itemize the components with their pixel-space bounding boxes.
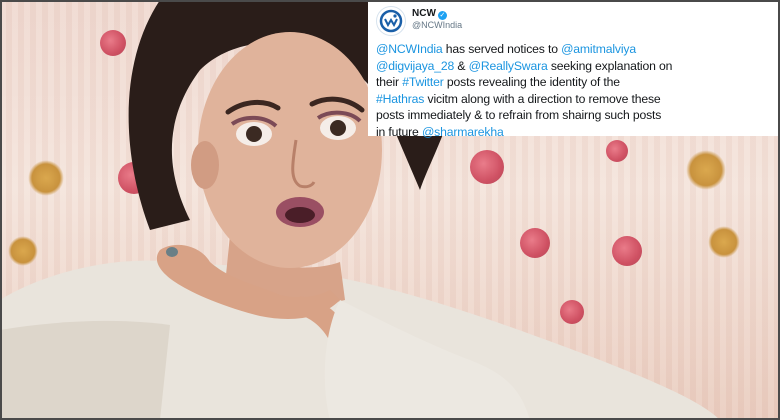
tweet-text-segment: vicitm along with a direction to remove … <box>424 91 661 106</box>
verified-badge-icon: ✓ <box>437 11 447 20</box>
tweet-line: their #Twitter posts revealing the ident… <box>376 74 770 91</box>
author-name[interactable]: NCW <box>412 8 436 19</box>
tweet-line: @digvijaya_28 & @ReallySwara seeking exp… <box>376 58 770 75</box>
tweet-text-segment: seeking explanation on <box>547 58 673 73</box>
mention-link[interactable]: @sharmarekha <box>422 125 504 139</box>
hashtag-link[interactable]: #Twitter <box>402 75 444 89</box>
tweet-text-segment: in future <box>376 124 422 139</box>
hashtag-link[interactable]: #Hathras <box>376 92 424 106</box>
mention-link[interactable]: @digvijaya_28 <box>376 59 454 73</box>
author-handle[interactable]: @NCWIndia <box>412 20 462 31</box>
mention-link[interactable]: @amitmalviya <box>561 42 636 56</box>
mention-link[interactable]: @NCWIndia <box>376 42 443 56</box>
tweet-text-segment: & <box>454 58 469 73</box>
tweet-card: NCW ✓ @NCWIndia @NCWIndia has served noti… <box>368 0 780 139</box>
tweet-line: posts immediately & to refrain from shai… <box>376 107 770 124</box>
tweet-text-segment: has served notices to <box>442 42 562 56</box>
tweet-text: @NCWIndia has served notices to @amitmal… <box>376 41 770 140</box>
tweet-author: NCW ✓ @NCWIndia <box>412 6 462 31</box>
ncw-logo-icon <box>376 6 406 36</box>
tweet-line: in future @sharmarekha <box>376 124 770 141</box>
tweet-line: #Hathras vicitm along with a direction t… <box>376 91 770 108</box>
tweet-header: NCW ✓ @NCWIndia <box>376 6 770 36</box>
tweet-text-segment: posts immediately & to refrain from shai… <box>376 108 662 122</box>
tweet-text-segment: their <box>376 75 403 89</box>
tweet-line: @NCWIndia has served notices to @amitmal… <box>376 41 770 58</box>
tweet-text-segment: posts revealing the identity of the <box>443 75 620 89</box>
mention-link[interactable]: @ReallySwara <box>469 59 548 73</box>
